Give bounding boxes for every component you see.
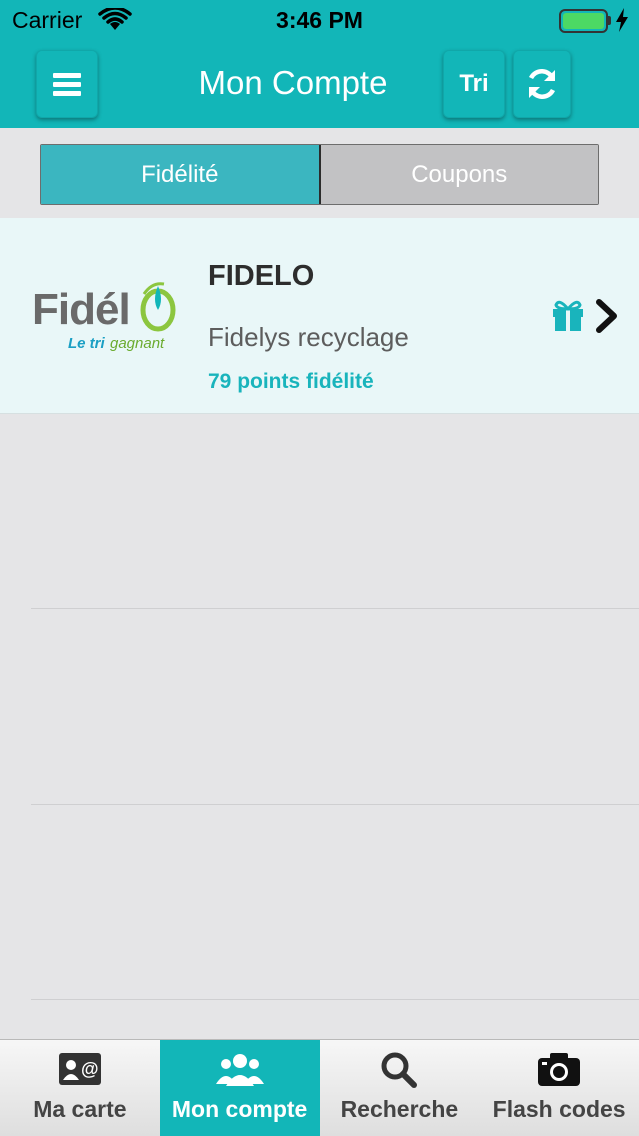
tab-mon-compte[interactable]: Mon compte bbox=[159, 1040, 320, 1136]
camera-icon bbox=[538, 1053, 581, 1086]
account-name: FIDELO bbox=[208, 260, 315, 292]
tab-label: Mon compte bbox=[171, 1096, 308, 1122]
refresh-icon bbox=[528, 69, 556, 99]
tab-label: Flash codes bbox=[492, 1096, 626, 1122]
hamburger-icon bbox=[53, 73, 81, 96]
contact-card-icon: @ bbox=[58, 1053, 101, 1085]
page-title: Mon Compte bbox=[198, 64, 388, 101]
list-separator bbox=[31, 999, 639, 1000]
battery-icon bbox=[559, 9, 608, 33]
battery-nub bbox=[608, 16, 611, 25]
tab-recherche[interactable]: Recherche bbox=[320, 1040, 480, 1136]
status-bar: Carrier 3:46 PM bbox=[0, 0, 639, 40]
svg-text:gagnant: gagnant bbox=[110, 335, 165, 352]
charging-bolt-icon bbox=[616, 8, 628, 32]
account-points: 79 points fidélité bbox=[208, 370, 374, 393]
tab-label: Ma carte bbox=[33, 1096, 127, 1122]
segment-coupons[interactable]: Coupons bbox=[320, 145, 598, 204]
gift-icon bbox=[553, 300, 583, 331]
top-bar: Carrier 3:46 PM Mon Compte Tri bbox=[0, 0, 639, 128]
svg-text:Le tri: Le tri bbox=[68, 335, 106, 352]
tab-flash-codes[interactable]: Flash codes bbox=[479, 1040, 639, 1136]
menu-button[interactable] bbox=[36, 50, 98, 118]
refresh-button[interactable] bbox=[513, 50, 571, 118]
segment-fidelite[interactable]: Fidélité bbox=[41, 145, 321, 204]
users-icon bbox=[215, 1054, 264, 1086]
list-separator bbox=[31, 608, 639, 609]
sort-button[interactable]: Tri bbox=[443, 50, 505, 118]
search-icon bbox=[381, 1052, 418, 1088]
svg-text:@: @ bbox=[81, 1059, 99, 1079]
status-time: 3:46 PM bbox=[276, 7, 363, 33]
tab-label: Recherche bbox=[340, 1096, 459, 1122]
svg-text:Fidél: Fidél bbox=[32, 285, 130, 334]
chevron-right-icon[interactable] bbox=[594, 298, 620, 334]
fidelo-logo: Fidél Le tri gagnant bbox=[32, 282, 176, 352]
tab-bar: @ Ma carte Mon compte Recherche Flash co bbox=[0, 1039, 639, 1136]
tab-ma-carte[interactable]: @ Ma carte bbox=[0, 1040, 160, 1136]
segmented-control: Fidélité Coupons bbox=[40, 144, 599, 205]
list-separator bbox=[31, 804, 639, 805]
account-description: Fidelys recyclage bbox=[208, 322, 409, 352]
